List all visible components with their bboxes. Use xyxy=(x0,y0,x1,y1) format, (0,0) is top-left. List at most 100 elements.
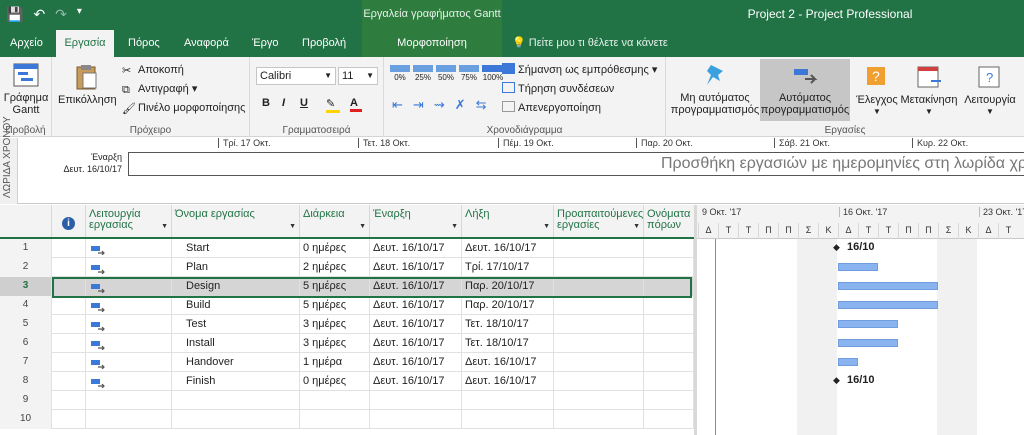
timeline-bar[interactable]: Προσθήκη εργασιών με ημερομηνίες στη λωρ… xyxy=(128,152,1024,176)
row-number[interactable]: 7 xyxy=(0,353,52,372)
task-mode-cell[interactable] xyxy=(86,391,172,410)
finish-cell[interactable] xyxy=(462,410,554,429)
task-mode-cell[interactable] xyxy=(86,372,172,391)
predecessors-cell[interactable] xyxy=(554,391,644,410)
row-number[interactable]: 10 xyxy=(0,410,52,429)
row-number[interactable]: 5 xyxy=(0,315,52,334)
start-cell[interactable]: Δευτ. 16/10/17 xyxy=(370,296,462,315)
tab-view[interactable]: Προβολή xyxy=(298,30,350,57)
task-name-cell[interactable]: Start xyxy=(172,239,300,258)
respect-links-button[interactable]: Τήρηση συνδέσεων xyxy=(502,81,614,97)
table-row[interactable]: 4 Build 5 ημέρες Δευτ. 16/10/17 Παρ. 20/10/1… xyxy=(0,296,694,315)
move-button[interactable]: Μετακίνηση ▼ xyxy=(900,63,958,118)
inspect-button[interactable]: ? Έλεγχος ▼ xyxy=(856,63,898,118)
font-name-combo[interactable]: Calibri ▼ xyxy=(256,67,336,85)
predecessors-cell[interactable] xyxy=(554,258,644,277)
mode-button[interactable]: ? Λειτουργία ▼ xyxy=(960,63,1020,118)
indicator-cell[interactable] xyxy=(52,296,86,315)
task-bar[interactable] xyxy=(838,339,898,347)
unlink-icon[interactable]: ✗ xyxy=(455,97,466,113)
format-painter-button[interactable]: 🖌 Πινέλο μορφοποίησης xyxy=(122,100,245,116)
finish-cell[interactable]: Παρ. 20/10/17 xyxy=(462,296,554,315)
duration-cell[interactable]: 5 ημέρες xyxy=(300,277,370,296)
task-bar[interactable] xyxy=(838,263,878,271)
row-number[interactable]: 8 xyxy=(0,372,52,391)
resources-cell[interactable] xyxy=(644,391,694,410)
resources-cell[interactable] xyxy=(644,372,694,391)
resources-cell[interactable] xyxy=(644,239,694,258)
table-row[interactable]: 3 Design 5 ημέρες Δευτ. 16/10/17 Παρ. 20/10/… xyxy=(0,277,694,296)
paste-button[interactable]: Επικόλληση xyxy=(58,63,117,106)
split-icon[interactable]: ⇆ xyxy=(476,97,487,113)
indicator-cell[interactable] xyxy=(52,239,86,258)
finish-cell[interactable]: Τρί. 17/10/17 xyxy=(462,258,554,277)
task-name-cell[interactable]: Handover xyxy=(172,353,300,372)
duration-cell[interactable]: 3 ημέρες xyxy=(300,334,370,353)
tell-me-search[interactable]: 💡 Πείτε μου τι θέλετε να κάνετε xyxy=(512,30,668,57)
task-name-cell[interactable]: Install xyxy=(172,334,300,353)
table-row[interactable]: 1 Start 0 ημέρες Δευτ. 16/10/17 Δευτ. 16/10/… xyxy=(0,239,694,258)
milestone-marker[interactable]: ◆ xyxy=(833,242,840,253)
underline-button[interactable]: U xyxy=(300,97,308,109)
font-color-icon[interactable]: A xyxy=(350,97,362,112)
table-row[interactable]: 7 Handover 1 ημέρα Δευτ. 16/10/17 Δευτ. 16/1… xyxy=(0,353,694,372)
duration-cell[interactable]: 2 ημέρες xyxy=(300,258,370,277)
copy-button[interactable]: ⧉ Αντιγραφή ▾ xyxy=(122,81,197,97)
task-mode-cell[interactable] xyxy=(86,277,172,296)
predecessors-cell[interactable] xyxy=(554,277,644,296)
finish-cell[interactable]: Τετ. 18/10/17 xyxy=(462,315,554,334)
indent-icon[interactable]: ⇥ xyxy=(413,97,424,113)
percent-0-button[interactable]: 0% xyxy=(390,65,410,82)
table-row[interactable]: 9 xyxy=(0,391,694,410)
duration-cell[interactable]: 0 ημέρες xyxy=(300,239,370,258)
row-number[interactable]: 3 xyxy=(0,277,52,296)
redo-icon[interactable]: ↷ xyxy=(55,6,67,23)
resources-cell[interactable] xyxy=(644,296,694,315)
predecessors-cell[interactable] xyxy=(554,353,644,372)
cut-button[interactable]: ✂ Αποκοπή xyxy=(122,62,184,78)
indicators-header[interactable]: i xyxy=(52,205,86,237)
task-bar[interactable] xyxy=(838,282,938,290)
indicator-cell[interactable] xyxy=(52,277,86,296)
percent-100-button[interactable]: 100% xyxy=(482,65,504,82)
resources-header[interactable]: Ονόματα πόρων xyxy=(644,205,694,237)
manually-schedule-button[interactable]: Μη αυτόματος προγραμματισμός xyxy=(670,61,760,116)
italic-button[interactable]: I xyxy=(282,97,285,109)
milestone-marker[interactable]: ◆ xyxy=(833,375,840,386)
predecessors-cell[interactable] xyxy=(554,296,644,315)
resources-cell[interactable] xyxy=(644,258,694,277)
finish-cell[interactable] xyxy=(462,391,554,410)
task-mode-cell[interactable] xyxy=(86,410,172,429)
predecessors-cell[interactable] xyxy=(554,372,644,391)
finish-cell[interactable]: Τετ. 18/10/17 xyxy=(462,334,554,353)
font-size-combo[interactable]: 11 ▼ xyxy=(338,67,378,85)
auto-schedule-button[interactable]: Αυτόματος προγραμματισμός xyxy=(760,59,850,121)
task-name-cell[interactable]: Design xyxy=(172,277,300,296)
task-mode-cell[interactable] xyxy=(86,258,172,277)
table-row[interactable]: 2 Plan 2 ημέρες Δευτ. 16/10/17 Τρί. 17/10/17 xyxy=(0,258,694,277)
duration-cell[interactable] xyxy=(300,391,370,410)
table-row[interactable]: 6 Install 3 ημέρες Δευτ. 16/10/17 Τετ. 18/10… xyxy=(0,334,694,353)
resources-cell[interactable] xyxy=(644,277,694,296)
finish-cell[interactable]: Δευτ. 16/10/17 xyxy=(462,239,554,258)
indicator-cell[interactable] xyxy=(52,372,86,391)
predecessors-cell[interactable] xyxy=(554,315,644,334)
duration-cell[interactable]: 3 ημέρες xyxy=(300,315,370,334)
indicator-cell[interactable] xyxy=(52,391,86,410)
predecessors-cell[interactable] xyxy=(554,239,644,258)
task-mode-cell[interactable] xyxy=(86,353,172,372)
duration-cell[interactable]: 1 ημέρα xyxy=(300,353,370,372)
task-mode-cell[interactable] xyxy=(86,239,172,258)
duration-header[interactable]: Διάρκεια ▼ xyxy=(300,205,370,237)
predecessors-cell[interactable] xyxy=(554,334,644,353)
start-cell[interactable]: Δευτ. 16/10/17 xyxy=(370,239,462,258)
finish-cell[interactable]: Δευτ. 16/10/17 xyxy=(462,372,554,391)
task-mode-cell[interactable] xyxy=(86,315,172,334)
start-cell[interactable] xyxy=(370,410,462,429)
percent-25-button[interactable]: 25% xyxy=(413,65,433,82)
task-name-cell[interactable]: Test xyxy=(172,315,300,334)
table-row[interactable]: 5 Test 3 ημέρες Δευτ. 16/10/17 Τετ. 18/10/17 xyxy=(0,315,694,334)
task-name-cell[interactable]: Plan xyxy=(172,258,300,277)
indicator-cell[interactable] xyxy=(52,410,86,429)
start-cell[interactable]: Δευτ. 16/10/17 xyxy=(370,315,462,334)
